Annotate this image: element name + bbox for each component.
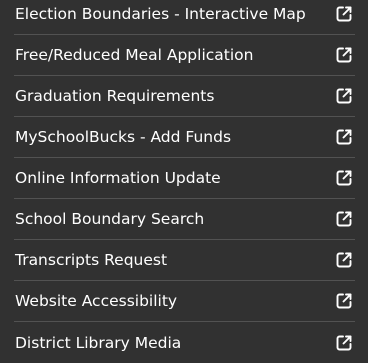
link-election-boundaries[interactable]: Election Boundaries - Interactive Map: [14, 0, 355, 35]
external-link-icon: [334, 209, 354, 229]
link-free-reduced-meal[interactable]: Free/Reduced Meal Application: [14, 35, 355, 76]
external-link-icon: [334, 127, 354, 147]
link-myschoolbucks[interactable]: MySchoolBucks - Add Funds: [14, 117, 355, 158]
link-label: Graduation Requirements: [15, 87, 215, 105]
link-online-information-update[interactable]: Online Information Update: [14, 158, 355, 199]
external-link-icon: [334, 45, 354, 65]
link-website-accessibility[interactable]: Website Accessibility: [14, 281, 355, 322]
external-link-icon: [334, 86, 354, 106]
link-label: Election Boundaries - Interactive Map: [15, 5, 306, 23]
external-link-icon: [334, 168, 354, 188]
link-label: District Library Media: [15, 333, 182, 352]
external-link-icon: [334, 4, 354, 24]
link-label: Transcripts Request: [15, 251, 168, 269]
link-label: Free/Reduced Meal Application: [15, 46, 254, 64]
link-label: Online Information Update: [15, 169, 221, 187]
quick-links-list: Election Boundaries - Interactive Map Fr…: [0, 0, 368, 363]
link-graduation-requirements[interactable]: Graduation Requirements: [14, 76, 355, 117]
external-link-icon: [334, 333, 354, 353]
external-link-icon: [334, 250, 354, 270]
link-school-boundary-search[interactable]: School Boundary Search: [14, 199, 355, 240]
link-transcripts-request[interactable]: Transcripts Request: [14, 240, 355, 281]
link-label: School Boundary Search: [15, 210, 205, 228]
link-label: Website Accessibility: [15, 292, 178, 310]
link-district-library-media[interactable]: District Library Media: [14, 322, 355, 363]
external-link-icon: [334, 291, 354, 311]
link-label: MySchoolBucks - Add Funds: [15, 128, 232, 146]
